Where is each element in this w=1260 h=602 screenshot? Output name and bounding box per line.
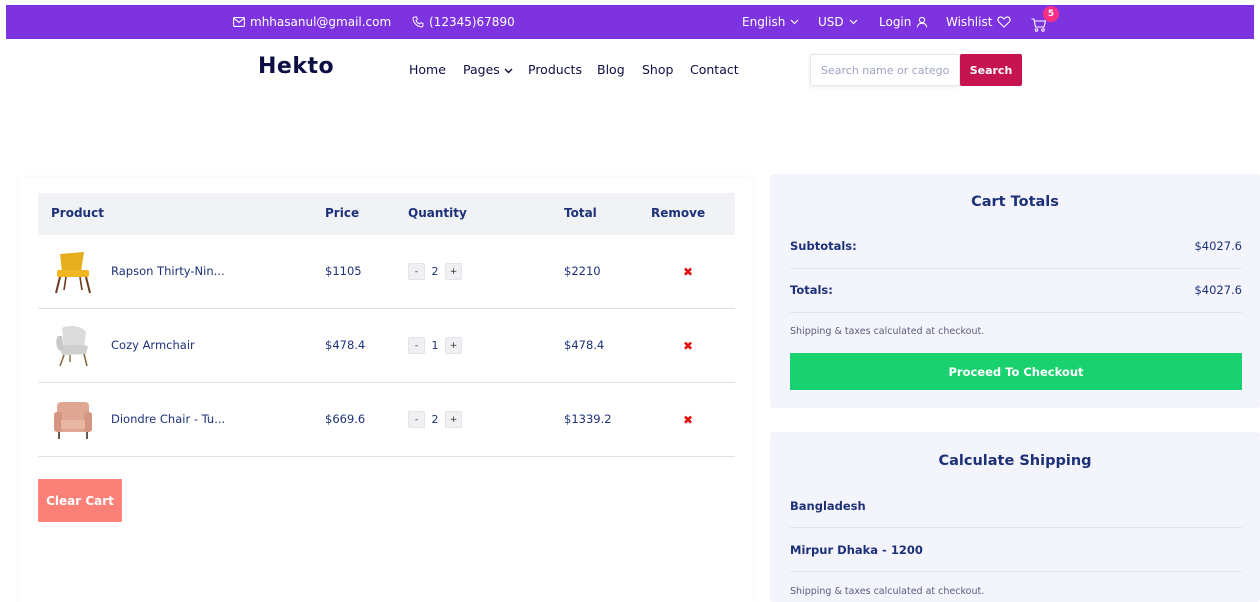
currency-select[interactable]: USD [818,5,858,39]
country-value: Bangladesh [790,499,866,513]
wishlist-link[interactable]: Wishlist [946,5,1012,39]
country-field[interactable]: Bangladesh [790,484,1242,528]
language-label: English [742,15,786,29]
nav-home[interactable]: Home [409,62,446,77]
remove-icon[interactable]: ✖ [681,413,695,427]
email-contact[interactable]: mhhasanul@gmail.com [233,5,391,39]
product-total: $478.4 [564,338,605,352]
table-row: Diondre Chair - Tu... $669.6 - 2 + $1339… [38,383,735,457]
product-name[interactable]: Cozy Armchair [111,338,195,352]
cart-totals-title: Cart Totals [971,194,1059,210]
col-remove: Remove [651,206,706,220]
product-total: $1339.2 [564,412,612,426]
product-total: $2210 [564,264,601,278]
decrease-button[interactable]: - [408,263,425,280]
col-product: Product [51,206,104,220]
phone-icon [412,16,424,28]
product-price: $1105 [325,264,362,278]
col-price: Price [325,206,360,220]
email-text: mhhasanul@gmail.com [250,15,392,29]
subtotal-row: Subtotals: $4027.6 [790,225,1242,269]
nav-pages[interactable]: Pages [463,62,513,77]
increase-button[interactable]: + [445,411,462,428]
product-price: $478.4 [325,338,366,352]
currency-label: USD [818,15,844,29]
main-nav: Home Pages Products Blog Shop Contact [0,62,760,80]
total-value: $4027.6 [1194,283,1242,297]
subtotal-label: Subtotals: [790,239,857,253]
phone-contact[interactable]: (12345)67890 [412,5,515,39]
cart-count-badge: 5 [1043,6,1059,22]
quantity-value: 2 [431,265,439,278]
quantity-stepper: - 2 + [408,263,462,280]
decrease-button[interactable]: - [408,411,425,428]
nav-blog[interactable]: Blog [597,62,625,77]
chevron-down-icon [504,62,513,77]
user-icon [916,16,928,28]
calculate-shipping-title: Calculate Shipping [938,453,1092,469]
grey-armchair-icon [50,322,96,368]
product-name[interactable]: Rapson Thirty-Nin... [111,264,225,278]
table-row: Cozy Armchair $478.4 - 1 + $478.4 ✖ [38,309,735,383]
remove-icon[interactable]: ✖ [681,265,695,279]
cart-button[interactable]: 5 [1031,6,1059,35]
quantity-value: 2 [431,413,439,426]
pink-armchair-icon [50,396,96,442]
nav-pages-label: Pages [463,62,500,77]
product-price: $669.6 [325,412,366,426]
language-select[interactable]: English [742,5,799,39]
chevron-down-icon [790,19,799,25]
calculate-shipping-panel: Calculate Shipping Bangladesh Mirpur Dha… [770,432,1260,602]
remove-icon[interactable]: ✖ [681,339,695,353]
increase-button[interactable]: + [445,263,462,280]
col-total: Total [564,206,597,220]
cart-table-header: Product Price Quantity Total Remove [38,193,735,235]
subtotal-value: $4027.6 [1194,239,1242,253]
total-row: Totals: $4027.6 [790,269,1242,313]
nav-shop[interactable]: Shop [642,62,673,77]
search-button[interactable]: Search [960,54,1022,86]
quantity-value: 1 [431,339,439,352]
table-row: Rapson Thirty-Nin... $1105 - 2 + $2210 ✖ [38,235,735,309]
shipping-note: Shipping & taxes calculated at checkout. [790,326,985,337]
proceed-to-checkout-button[interactable]: Proceed To Checkout [790,353,1242,390]
phone-text: (12345)67890 [429,15,515,29]
cart-totals-panel: Cart Totals Subtotals: $4027.6 Totals: $… [770,174,1260,408]
heart-icon [997,16,1012,28]
increase-button[interactable]: + [445,337,462,354]
login-link[interactable]: Login [879,5,928,39]
login-label: Login [879,15,912,29]
quantity-stepper: - 2 + [408,411,462,428]
mail-icon [233,17,245,27]
quantity-stepper: - 1 + [408,337,462,354]
product-name[interactable]: Diondre Chair - Tu... [111,412,225,426]
decrease-button[interactable]: - [408,337,425,354]
wishlist-label: Wishlist [946,15,993,29]
city-field[interactable]: Mirpur Dhaka - 1200 [790,528,1242,572]
city-value: Mirpur Dhaka - 1200 [790,543,923,557]
total-label: Totals: [790,283,833,297]
nav-products[interactable]: Products [528,62,582,77]
col-quantity: Quantity [408,206,467,220]
clear-cart-button[interactable]: Clear Cart [38,479,122,522]
chevron-down-icon [849,19,858,25]
search-input[interactable] [810,54,960,86]
yellow-chair-icon [50,248,96,294]
shipping-calc-note: Shipping & taxes calculated at checkout. [790,586,985,597]
top-bar: mhhasanul@gmail.com (12345)67890 English… [6,5,1254,39]
nav-contact[interactable]: Contact [690,62,739,77]
